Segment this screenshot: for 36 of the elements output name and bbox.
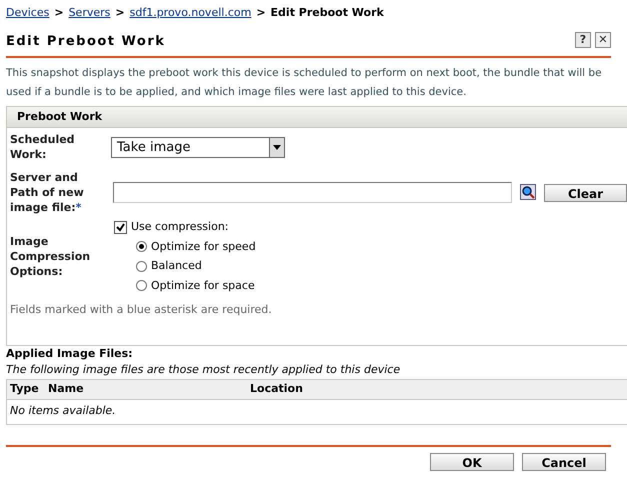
radio-button[interactable] xyxy=(136,241,147,252)
radio-button[interactable] xyxy=(136,280,147,292)
field-label: Image Compression Options: xyxy=(10,234,92,279)
compression-checkbox[interactable] xyxy=(114,220,127,234)
ok-button[interactable]: OK xyxy=(430,452,514,470)
breadcrumb-link[interactable]: Servers xyxy=(68,5,110,22)
section-subtitle: The following image files are those most recently applied to this device xyxy=(6,362,402,378)
empty-message: No items available. xyxy=(9,403,117,420)
section-heading: Applied Image Files: xyxy=(6,346,134,362)
column-header: Type xyxy=(10,380,40,397)
breadcrumb-separator: > xyxy=(54,5,64,21)
dropdown-arrow-icon xyxy=(273,144,281,150)
field-label: Server and Path of new image file:* xyxy=(10,170,85,215)
help-button[interactable]: ? xyxy=(575,32,591,48)
breadcrumb-separator: > xyxy=(115,5,125,21)
image-path-field[interactable] xyxy=(112,182,512,203)
breadcrumb-separator: > xyxy=(256,5,266,21)
description: This snapshot displays the preboot work this device is scheduled to perform on next boot, the bundle that will be used if a bundle is to be applied, and which image files were last applied to this device. xyxy=(6,66,603,100)
panel-header: Preboot Work xyxy=(7,106,627,128)
breadcrumb-link[interactable]: Devices xyxy=(6,5,50,22)
page-title: Edit Preboot Work xyxy=(6,33,166,51)
column-header: Location xyxy=(250,380,303,397)
radio-label: Balanced xyxy=(151,258,202,274)
close-button[interactable]: ✕ xyxy=(595,32,611,48)
cancel-button[interactable]: Cancel xyxy=(522,452,606,470)
column-header: Name xyxy=(48,380,85,397)
checkbox-label: Use compression: xyxy=(131,219,228,235)
breadcrumb-link[interactable]: sdf1.provo.novell.com xyxy=(130,5,252,22)
radio-button[interactable] xyxy=(136,260,147,272)
breadcrumb-current: Edit Preboot Work xyxy=(270,5,384,21)
radio-label: Optimize for speed xyxy=(151,238,256,254)
search-icon[interactable] xyxy=(520,184,536,200)
clear-button[interactable]: Clear xyxy=(544,184,627,202)
field-label: Scheduled Work: xyxy=(10,132,76,162)
radio-label: Optimize for space xyxy=(151,278,255,294)
required-note: Fields marked with a blue asterisk are required. xyxy=(10,302,273,318)
